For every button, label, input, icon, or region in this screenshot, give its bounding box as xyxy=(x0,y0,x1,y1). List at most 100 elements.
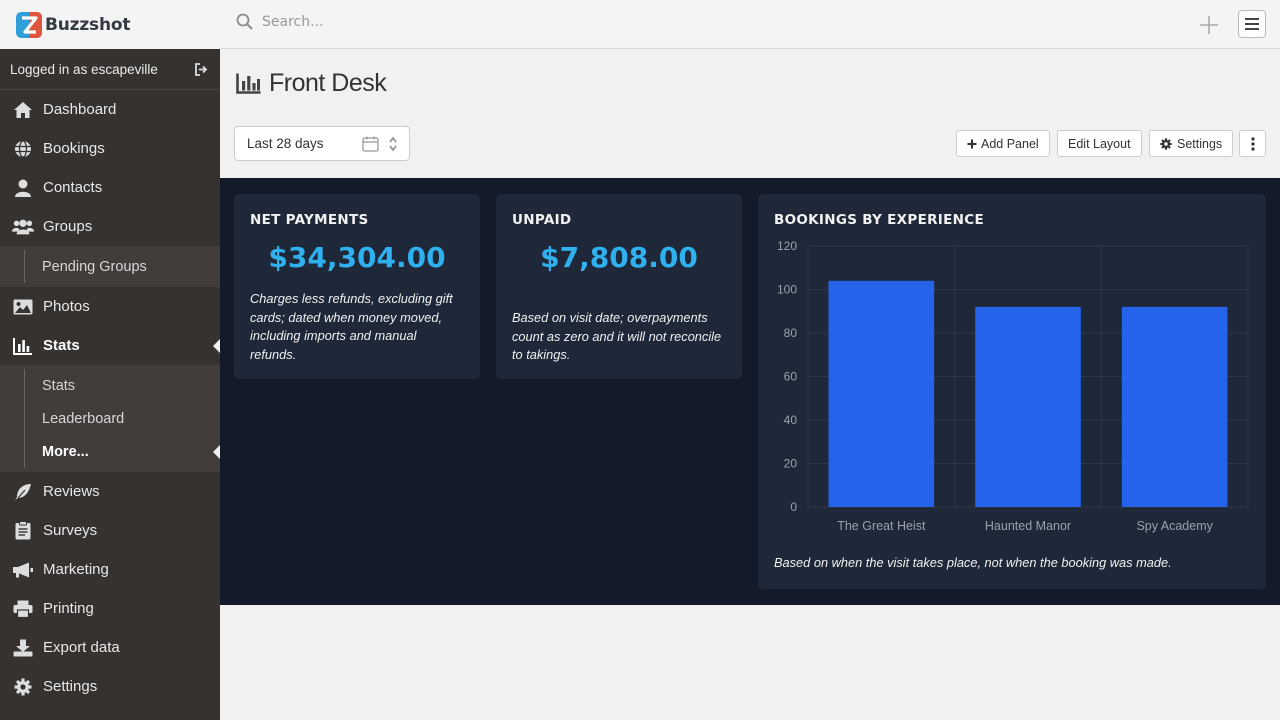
globe-icon xyxy=(12,139,34,159)
brand[interactable]: Buzzshot xyxy=(0,0,220,49)
settings-button[interactable]: Settings xyxy=(1149,130,1234,157)
sidebar-item-groups[interactable]: Groups xyxy=(0,207,220,246)
net-payments-value: $34,304.00 xyxy=(268,241,446,274)
date-range-select[interactable]: Last 28 days xyxy=(234,126,410,161)
dashboard-area: NET PAYMENTS $34,304.00 Charges less ref… xyxy=(220,178,1280,605)
settings-label: Settings xyxy=(1177,136,1223,151)
search-icon xyxy=(236,13,253,30)
sidebar-item-label: Stats xyxy=(43,337,80,354)
more-options-button[interactable] xyxy=(1239,130,1266,157)
sidebar-item-reviews[interactable]: Reviews xyxy=(0,472,220,511)
x-tick-label: Haunted Manor xyxy=(985,519,1071,533)
sidebar-item-settings[interactable]: Settings xyxy=(0,667,220,706)
home-icon xyxy=(12,100,34,120)
bookings-by-experience-panel: BOOKINGS BY EXPERIENCE 0 20 40 60 80 100 120 Th… xyxy=(758,194,1266,589)
bookings-bar-chart: 0 20 40 60 80 100 120 The Great Heist Haunted Ma… xyxy=(777,239,1249,533)
panel-note: Based on visit date; overpayments count … xyxy=(512,310,722,362)
sidebar-item-label: Dashboard xyxy=(43,101,117,118)
main-content: Front Desk Last 28 days Add Panel Edit L… xyxy=(220,49,1280,720)
hamburger-icon xyxy=(1245,18,1259,30)
stats-submenu: Stats Leaderboard More... xyxy=(0,365,220,472)
x-tick-label: The Great Heist xyxy=(837,519,926,533)
users-icon xyxy=(12,217,34,237)
sidebar-item-surveys[interactable]: Surveys xyxy=(0,511,220,550)
page-title: Front Desk xyxy=(269,69,387,97)
sidebar-item-label: Photos xyxy=(43,298,90,315)
sidebar-item-label: Pending Groups xyxy=(42,258,147,275)
panel-note: Charges less refunds, excluding gift car… xyxy=(250,291,453,362)
sidebar-item-label: Stats xyxy=(42,377,76,394)
image-icon xyxy=(12,297,34,317)
sidebar-item-label: Printing xyxy=(43,600,94,617)
login-status: Logged in as escapeville xyxy=(0,49,220,90)
sidebar-item-label: Surveys xyxy=(43,522,98,539)
logout-icon[interactable] xyxy=(194,62,208,76)
sidebar-item-printing[interactable]: Printing xyxy=(0,589,220,628)
date-range-value: Last 28 days xyxy=(247,136,324,151)
sidebar-item-leaderboard[interactable]: Leaderboard xyxy=(0,402,220,435)
bar xyxy=(975,306,1081,507)
vertical-ellipsis-icon xyxy=(1250,136,1255,151)
sidebar-item-bookings[interactable]: Bookings xyxy=(0,129,220,168)
gear-icon xyxy=(12,677,34,697)
panel-title: NET PAYMENTS xyxy=(250,212,369,228)
add-panel-button[interactable]: Add Panel xyxy=(956,130,1050,157)
sidebar-item-export-data[interactable]: Export data xyxy=(0,628,220,667)
sidebar-item-stats-sub[interactable]: Stats xyxy=(0,369,220,402)
sidebar-item-label: Contacts xyxy=(43,179,103,196)
download-icon xyxy=(12,638,34,658)
sidebar-item-label: Groups xyxy=(43,218,93,235)
y-tick-label: 120 xyxy=(777,239,797,253)
sidebar-item-label: Settings xyxy=(43,678,98,695)
sidebar-item-dashboard[interactable]: Dashboard xyxy=(0,90,220,129)
clipboard-icon xyxy=(12,521,34,541)
search-input[interactable] xyxy=(262,14,662,30)
y-tick-label: 20 xyxy=(784,457,798,471)
y-tick-label: 60 xyxy=(784,370,798,384)
brand-name: Buzzshot xyxy=(45,14,131,35)
panel-title: BOOKINGS BY EXPERIENCE xyxy=(774,212,984,228)
y-tick-label: 40 xyxy=(784,413,798,427)
sidebar-item-marketing[interactable]: Marketing xyxy=(0,550,220,589)
search-bar xyxy=(236,13,662,31)
net-payments-panel: NET PAYMENTS $34,304.00 Charges less ref… xyxy=(234,194,480,379)
unpaid-panel: UNPAID $7,808.00 Based on visit date; ov… xyxy=(496,194,742,379)
x-tick-label: Spy Academy xyxy=(1136,519,1213,533)
bar-chart-icon xyxy=(12,336,34,356)
active-caret-icon xyxy=(213,338,220,353)
empty-area xyxy=(220,605,1280,720)
feather-icon xyxy=(12,482,34,502)
sidebar-item-label: Leaderboard xyxy=(42,410,125,427)
sidebar-item-label: Marketing xyxy=(43,561,109,578)
bullhorn-icon xyxy=(12,560,34,580)
panel-note: Based on when the visit takes place, not… xyxy=(774,555,1172,570)
chevron-up-down-icon xyxy=(389,136,397,152)
sidebar-item-more[interactable]: More... xyxy=(0,435,220,468)
sidebar-item-pending-groups[interactable]: Pending Groups xyxy=(0,250,220,283)
groups-submenu: Pending Groups xyxy=(0,246,220,287)
hamburger-menu-button[interactable] xyxy=(1238,10,1266,38)
panel-title: UNPAID xyxy=(512,212,572,228)
sidebar-item-label: Export data xyxy=(43,639,120,656)
sidebar: Logged in as escapeville Dashboard Booki… xyxy=(0,49,220,720)
sidebar-item-photos[interactable]: Photos xyxy=(0,287,220,326)
edit-layout-button[interactable]: Edit Layout xyxy=(1057,130,1142,157)
bar xyxy=(1121,306,1228,507)
logged-in-text: Logged in as escapeville xyxy=(10,61,158,77)
printer-icon xyxy=(12,599,34,619)
sidebar-item-stats[interactable]: Stats xyxy=(0,326,220,365)
buzzshot-logo-icon xyxy=(16,11,42,38)
y-tick-label: 100 xyxy=(777,283,797,297)
user-icon xyxy=(12,178,34,198)
top-bar: Buzzshot xyxy=(0,0,1280,49)
y-tick-label: 0 xyxy=(790,500,797,514)
add-icon[interactable] xyxy=(1197,13,1221,37)
sidebar-item-contacts[interactable]: Contacts xyxy=(0,168,220,207)
active-caret-icon xyxy=(213,444,220,459)
sidebar-item-label: Bookings xyxy=(43,140,105,157)
add-panel-label: Add Panel xyxy=(981,136,1039,151)
edit-layout-label: Edit Layout xyxy=(1068,136,1131,151)
gear-icon xyxy=(1160,137,1172,150)
plus-icon xyxy=(967,139,977,148)
sidebar-item-label: More... xyxy=(42,443,89,460)
